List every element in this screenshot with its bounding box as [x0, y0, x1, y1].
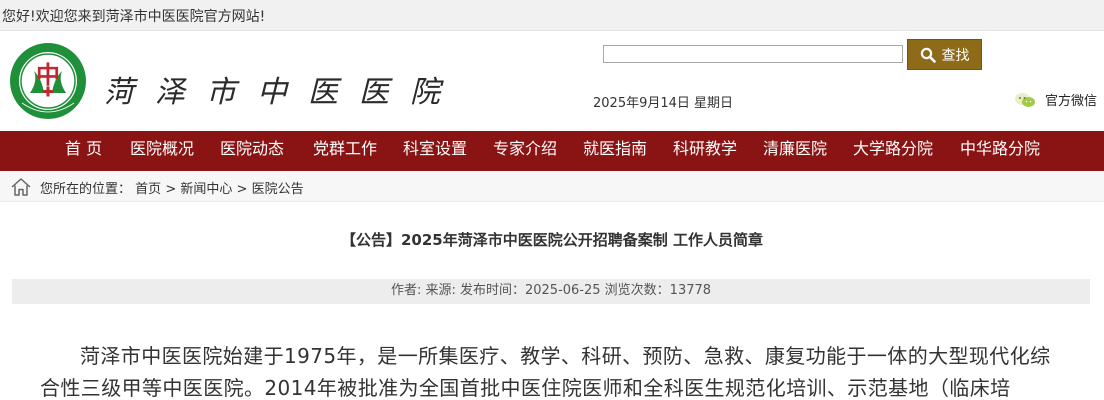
- hospital-logo-emblem[interactable]: 中: [8, 41, 88, 121]
- nav-item-overview[interactable]: 医院概况: [130, 131, 194, 171]
- nav-item-party[interactable]: 党群工作: [313, 131, 377, 171]
- top-welcome-bar: 您好!欢迎您来到菏泽市中医医院官方网站!: [0, 0, 1104, 31]
- breadcrumb-prefix: 您所在的位置：: [40, 182, 132, 197]
- home-icon: [11, 178, 31, 196]
- current-date: 2025年9月14日 星期日: [593, 96, 734, 111]
- breadcrumb: 您所在的位置： 首页 > 新闻中心 > 医院公告: [40, 178, 304, 197]
- breadcrumb-bar: 您所在的位置： 首页 > 新闻中心 > 医院公告: [0, 171, 1104, 202]
- breadcrumb-announcements[interactable]: 医院公告: [252, 182, 304, 197]
- wechat-link[interactable]: 官方微信: [1014, 90, 1097, 109]
- welcome-text: 您好!欢迎您来到菏泽市中医医院官方网站!: [2, 9, 266, 25]
- nav-item-daxuelu-branch[interactable]: 大学路分院: [853, 131, 933, 171]
- nav-item-research[interactable]: 科研教学: [673, 131, 737, 171]
- nav-item-zhonghualu-branch[interactable]: 中华路分院: [960, 131, 1040, 171]
- logo-glyph: 中: [36, 60, 60, 89]
- search-input[interactable]: [603, 45, 903, 63]
- nav-item-guide[interactable]: 就医指南: [583, 131, 647, 171]
- nav-item-integrity[interactable]: 清廉医院: [763, 131, 827, 171]
- main-nav: 首 页 医院概况 医院动态 党群工作 科室设置 专家介绍 就医指南 科研教学 清…: [0, 131, 1104, 171]
- search-button-label: 查找: [941, 47, 970, 64]
- site-header: 中 菏泽市中医医院 查找 2025年9月14日 星期日 官方微信: [0, 31, 1104, 131]
- breadcrumb-news-center[interactable]: 新闻中心: [180, 182, 232, 197]
- article-meta: 作者: 来源: 发布时间：2025-06-25 浏览次数：13778: [12, 279, 1090, 304]
- search-icon: [920, 47, 936, 63]
- breadcrumb-separator: >: [236, 182, 248, 197]
- wechat-label: 官方微信: [1045, 94, 1098, 109]
- breadcrumb-separator: >: [165, 182, 177, 197]
- nav-item-home[interactable]: 首 页: [65, 131, 102, 171]
- breadcrumb-home[interactable]: 首页: [135, 182, 161, 197]
- article-title: 【公告】2025年菏泽市中医医院公开招聘备案制 工作人员简章: [341, 231, 763, 249]
- nav-item-departments[interactable]: 科室设置: [403, 131, 467, 171]
- wechat-icon: [1015, 92, 1035, 107]
- search-button[interactable]: 查找: [907, 39, 982, 70]
- nav-item-news[interactable]: 医院动态: [220, 131, 284, 171]
- article-body: 菏泽市中医医院始建于1975年，是一所集医疗、教学、科研、预防、急救、康复功能于…: [40, 344, 1051, 400]
- hospital-name-logotype[interactable]: 菏泽市中医医院: [104, 67, 461, 111]
- nav-item-experts[interactable]: 专家介绍: [493, 131, 557, 171]
